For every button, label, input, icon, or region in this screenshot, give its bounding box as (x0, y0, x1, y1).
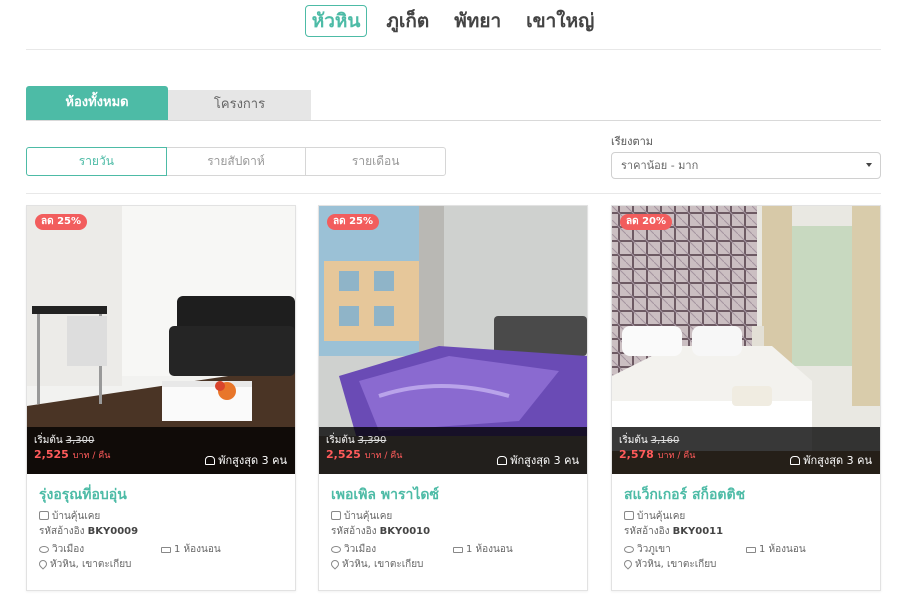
eye-icon (331, 546, 341, 553)
room-card[interactable]: ลด 25% เริ่มต้น 3,390 2,525 บาท / คืน พักส… (318, 205, 588, 591)
ref-code: รหัสอ้างอิง BKY0010 (331, 526, 431, 537)
building-icon (624, 511, 634, 520)
discount-badge: ลด 25% (35, 214, 88, 230)
building-icon (39, 511, 49, 520)
people-icon (790, 456, 801, 465)
location: หัวหิน, เขาตะเกียบ (622, 557, 716, 572)
city-nav: หัวหิน ภูเก็ต พัทยา เขาใหญ่ (0, 4, 905, 38)
bed-icon (161, 547, 171, 553)
ref-code: รหัสอ้างอิง BKY0011 (624, 526, 724, 537)
period-weekly-button[interactable]: รายสัปดาห์ (165, 147, 307, 176)
people-icon (205, 456, 216, 465)
bedrooms: 1 ห้องนอน (161, 542, 221, 557)
bedrooms: 1 ห้องนอน (453, 542, 513, 557)
price: 2,578 บาท / คืน (619, 448, 696, 461)
building-icon (331, 511, 341, 520)
bedrooms: 1 ห้องนอน (746, 542, 806, 557)
room-photo: ลด 20% เริ่มต้น 3,160 2,578 บาท / คืน พักส… (612, 206, 880, 474)
discount-badge: ลด 25% (327, 214, 380, 230)
bed-icon (746, 547, 756, 553)
period-daily-button[interactable]: รายวัน (26, 147, 167, 176)
city-tab-khaoyai[interactable]: เขาใหญ่ (520, 6, 600, 36)
old-price: 3,300 (65, 435, 95, 446)
main-tabs: ห้องทั้งหมด โครงการ (26, 86, 881, 121)
location-pin-icon (329, 558, 341, 570)
sort-value: ราคาน้อย - มาก (621, 159, 699, 172)
price-bar: เริ่มต้น 3,160 2,578 บาท / คืน พักสูงสุด 3… (612, 427, 880, 474)
bed-icon (453, 547, 463, 553)
price-from: เริ่มต้น 3,390 (326, 435, 387, 446)
divider (26, 49, 881, 50)
city-tab-pattaya[interactable]: พัทยา (448, 6, 507, 36)
max-guests: พักสูงสุด 3 คน (497, 451, 579, 469)
old-price: 3,160 (650, 435, 680, 446)
divider (26, 193, 881, 194)
location: หัวหิน, เขาตะเกียบ (37, 557, 131, 572)
location-pin-icon (622, 558, 634, 570)
view-type: วิวเมือง (39, 542, 84, 557)
view-type: วิวเมือง (331, 542, 376, 557)
price-from: เริ่มต้น 3,300 (34, 435, 95, 446)
room-photo: ลด 25% เริ่มต้น 3,390 2,525 บาท / คืน พักส… (319, 206, 587, 474)
period-monthly-button[interactable]: รายเดือน (305, 147, 447, 176)
room-name[interactable]: สแว็กเกอร์ สก็อตติช (624, 484, 745, 506)
room-photo: ลด 25% เริ่มต้น 3,300 2,525 บาท / คืน พักส… (27, 206, 295, 474)
location-pin-icon (37, 558, 49, 570)
ref-code: รหัสอ้างอิง BKY0009 (39, 526, 139, 537)
max-guests: พักสูงสุด 3 คน (205, 451, 287, 469)
city-tab-phuket[interactable]: ภูเก็ต (380, 6, 435, 36)
property-type: บ้านคุ้นเคย (331, 509, 392, 524)
tab-all-rooms[interactable]: ห้องทั้งหมด (26, 86, 168, 120)
view-type: วิวภูเขา (624, 542, 671, 557)
property-type: บ้านคุ้นเคย (39, 509, 100, 524)
price-from: เริ่มต้น 3,160 (619, 435, 680, 446)
price-bar: เริ่มต้น 3,300 2,525 บาท / คืน พักสูงสุด 3… (27, 427, 295, 474)
room-name[interactable]: เพอเพิล พาราไดซ์ (331, 484, 439, 506)
old-price: 3,390 (357, 435, 387, 446)
room-card[interactable]: ลด 20% เริ่มต้น 3,160 2,578 บาท / คืน พักส… (611, 205, 881, 591)
eye-icon (624, 546, 634, 553)
room-card[interactable]: ลด 25% เริ่มต้น 3,300 2,525 บาท / คืน พักส… (26, 205, 296, 591)
city-tab-huahin[interactable]: หัวหิน (304, 5, 368, 37)
property-type: บ้านคุ้นเคย (624, 509, 685, 524)
caret-down-icon (866, 163, 872, 167)
sort-label: เรียงตาม (611, 135, 654, 148)
sort-select[interactable]: ราคาน้อย - มาก (611, 152, 881, 179)
period-toggle: รายวัน รายสัปดาห์ รายเดือน (26, 147, 447, 176)
max-guests: พักสูงสุด 3 คน (790, 451, 872, 469)
price: 2,525 บาท / คืน (326, 448, 403, 461)
location: หัวหิน, เขาตะเกียบ (329, 557, 423, 572)
tab-projects[interactable]: โครงการ (168, 90, 311, 120)
people-icon (497, 456, 508, 465)
discount-badge: ลด 20% (620, 214, 673, 230)
price-bar: เริ่มต้น 3,390 2,525 บาท / คืน พักสูงสุด 3… (319, 427, 587, 474)
room-name[interactable]: รุ่งอรุณที่อบอุ่น (39, 484, 127, 506)
eye-icon (39, 546, 49, 553)
price: 2,525 บาท / คืน (34, 448, 111, 461)
